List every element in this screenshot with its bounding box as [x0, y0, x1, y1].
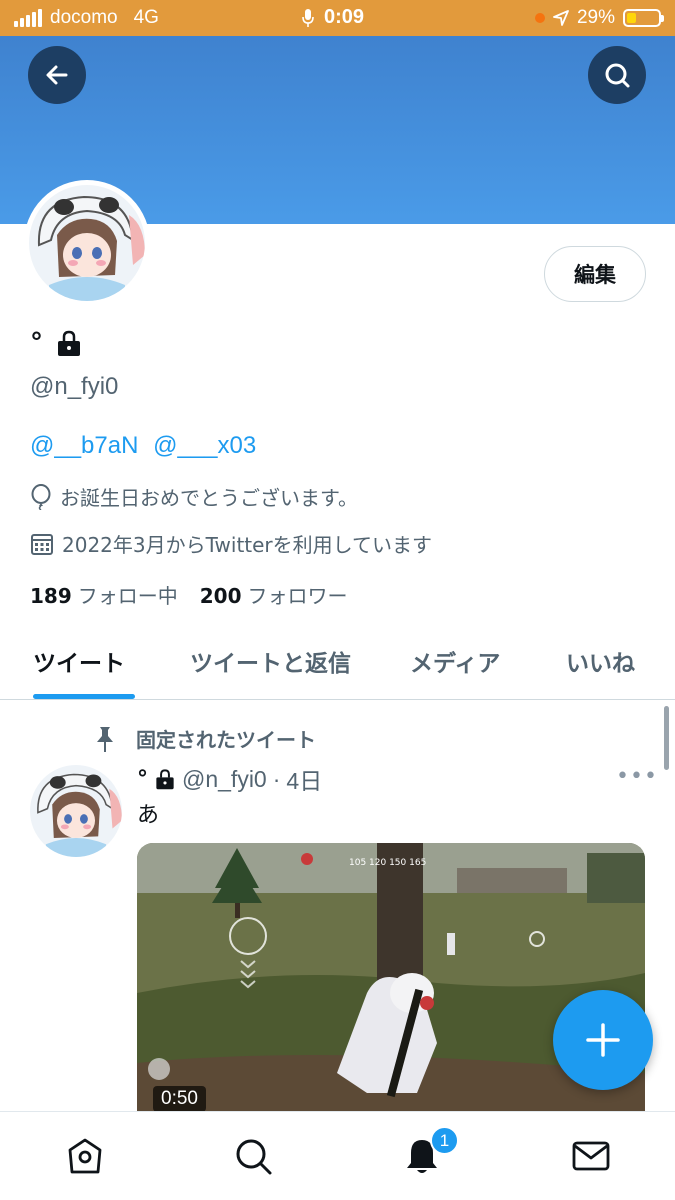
calendar-icon: [31, 533, 53, 555]
signal-icon: [14, 9, 42, 27]
scrollbar[interactable]: [664, 706, 669, 770]
birthday-row: お誕生日おめでとうございます。: [30, 482, 358, 511]
search-icon: [236, 1139, 272, 1175]
tweet-header: ° @n_fyi0 · 4日: [137, 762, 322, 796]
following-count: 189: [30, 584, 72, 608]
bio-mentions: @__b7aN @___x03: [30, 432, 264, 460]
notification-badge: 1: [430, 1126, 459, 1155]
tweet-time: 4日: [286, 768, 323, 794]
display-name-row: °: [30, 328, 83, 358]
pinned-label-row: 固定されたツイート: [92, 724, 316, 753]
status-bar: docomo 4G 0:09 29%: [0, 0, 675, 36]
search-icon: [605, 63, 630, 88]
tab-tweets[interactable]: ツイート: [33, 644, 125, 678]
pin-icon: [97, 726, 113, 752]
joined-text: 2022年3月からTwitterを利用しています: [62, 533, 433, 557]
recording-dot-icon: [534, 13, 545, 23]
arrow-left-icon: [46, 65, 68, 85]
profile-tabs: ツイート ツイートと返信 メディア いいね: [0, 628, 675, 700]
battery-icon: [623, 9, 664, 27]
lock-icon: [156, 769, 174, 790]
mention-link[interactable]: @___x03: [153, 432, 256, 459]
back-button[interactable]: [28, 46, 86, 104]
pinned-text: 固定されたツイート: [136, 728, 316, 752]
lock-icon: [58, 330, 80, 356]
mail-icon: [572, 1141, 610, 1171]
birthday-text: お誕生日おめでとうございます。: [60, 486, 358, 510]
profile-handle: @n_fyi0: [30, 373, 119, 400]
mention-link[interactable]: @__b7aN: [30, 432, 138, 459]
microphone-icon: [302, 8, 314, 27]
balloon-icon: [31, 483, 51, 510]
compose-tweet-button[interactable]: [553, 990, 653, 1090]
svg-text:105 120 150 165: 105 120 150 165: [349, 858, 426, 868]
active-tab-indicator: [33, 694, 135, 699]
battery-percent: 29%: [576, 7, 615, 28]
display-name: °: [30, 328, 43, 358]
tweet-avatar[interactable]: [30, 765, 122, 857]
tab-likes[interactable]: いいね: [566, 644, 635, 678]
home-icon: [68, 1138, 102, 1174]
tweet-author-handle: @n_fyi0: [182, 765, 267, 792]
follow-stats: 189 フォロー中 200 フォロワー: [30, 580, 348, 609]
search-button[interactable]: [588, 46, 646, 104]
clock: 0:09: [324, 6, 365, 28]
followers-link[interactable]: 200 フォロワー: [200, 580, 348, 609]
tweet-text: あ: [137, 803, 160, 828]
location-arrow-icon: [553, 10, 569, 26]
tab-tweets-and-replies[interactable]: ツイートと返信: [190, 644, 351, 678]
video-duration: 0:50: [153, 1086, 206, 1112]
nav-search[interactable]: [231, 1134, 275, 1178]
tweet-separator: ·: [272, 765, 281, 792]
bottom-navigation: 1: [0, 1111, 675, 1200]
nav-home[interactable]: [63, 1134, 107, 1178]
plus-icon: [586, 1023, 620, 1057]
tweet-author[interactable]: °: [137, 767, 176, 792]
profile-avatar[interactable]: [24, 180, 150, 306]
following-label: フォロー中: [77, 584, 178, 608]
carrier-label: docomo: [50, 7, 118, 28]
nav-messages[interactable]: [569, 1134, 613, 1178]
tab-media[interactable]: メディア: [410, 644, 500, 678]
edit-profile-button[interactable]: 編集: [544, 246, 646, 302]
joined-row: 2022年3月からTwitterを利用しています: [30, 529, 432, 558]
following-link[interactable]: 189 フォロー中: [30, 580, 178, 609]
followers-label: フォロワー: [247, 584, 348, 608]
more-options-icon[interactable]: •••: [616, 764, 658, 789]
tweet-author-name: °: [137, 766, 148, 792]
network-label: 4G: [133, 7, 159, 28]
followers-count: 200: [199, 584, 242, 608]
